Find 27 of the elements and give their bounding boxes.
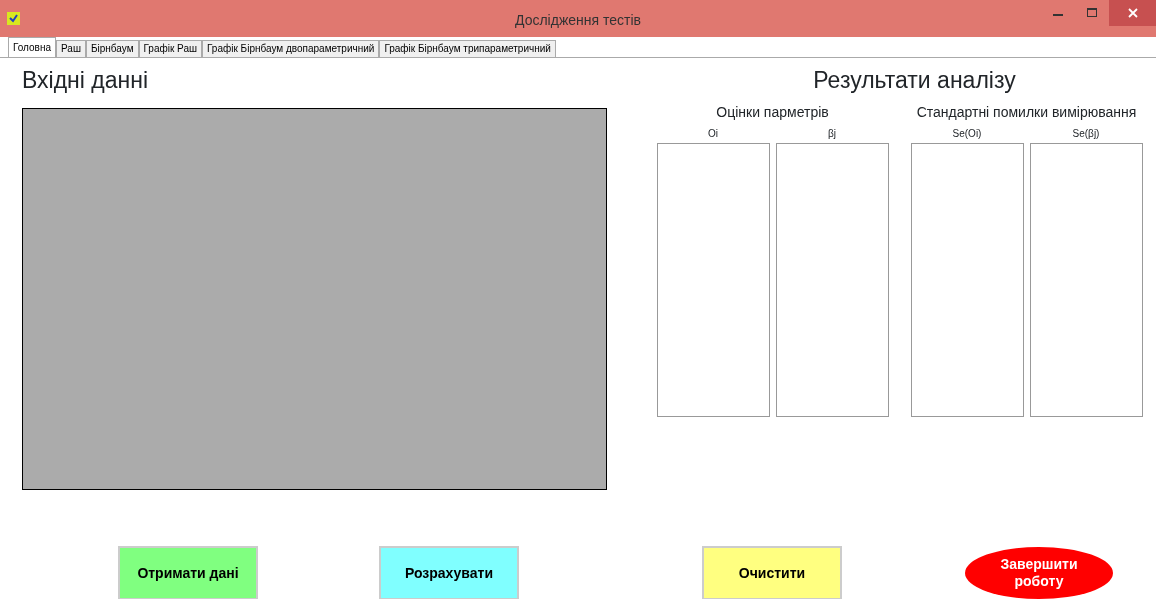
action-button[interactable]: Очистити — [702, 546, 842, 599]
action-button[interactable]: Отримати дані — [118, 546, 258, 599]
list-box[interactable] — [656, 143, 770, 417]
list-box[interactable] — [1029, 143, 1143, 417]
maximize-icon — [1087, 8, 1097, 18]
section-heading: Вхідні данні — [22, 67, 150, 94]
list-box[interactable] — [910, 143, 1024, 417]
action-button[interactable]: Завершити роботу — [965, 547, 1113, 599]
tab[interactable]: Бірнбаум — [85, 40, 139, 57]
action-button[interactable]: Розрахувати — [379, 546, 519, 599]
list-box[interactable] — [775, 143, 889, 417]
group-title: Оцінки парметрів — [716, 103, 829, 122]
column-label: βj — [828, 128, 836, 141]
group-title: Стандартні помилки вимірювання — [916, 103, 1137, 122]
close-button[interactable] — [1109, 0, 1156, 26]
section-heading: Результати аналізу — [812, 67, 1017, 94]
close-icon — [1127, 8, 1138, 18]
column-label: Se(βj) — [1072, 128, 1100, 141]
column-label: Se(Oi) — [952, 128, 982, 141]
window-title: Дослідження тестів — [515, 11, 641, 30]
column-label: Oi — [708, 128, 718, 141]
tab[interactable]: Раш — [56, 40, 86, 57]
tab[interactable]: Головна — [8, 37, 56, 57]
tab[interactable]: Графік Бірнбаум двопараметричний — [202, 40, 380, 57]
tab[interactable]: Графік Бірнбаум трипараметричний — [379, 40, 556, 57]
checkbox-icon — [7, 12, 20, 25]
tab[interactable]: Графік Раш — [138, 40, 202, 57]
